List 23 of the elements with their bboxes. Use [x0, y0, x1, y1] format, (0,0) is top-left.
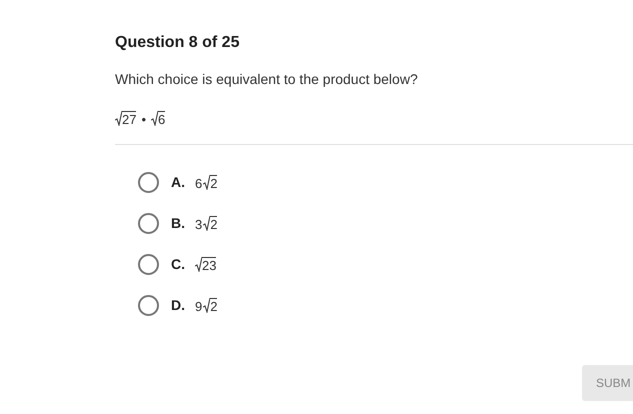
math-expression: 3 2 [195, 216, 218, 230]
math-expression: 6 [151, 111, 166, 126]
radio-button[interactable] [138, 212, 159, 234]
choice-letter: A. [171, 172, 186, 192]
question-prompt: Which choice is equivalent to the product below? [115, 70, 419, 89]
math-expression: 23 [195, 256, 216, 272]
math-expression: 9 2 [195, 298, 218, 312]
choice-letter: B. [171, 214, 186, 232]
choice-letter: C. [171, 254, 186, 274]
radio-button[interactable] [138, 294, 159, 316]
question-title: Question 8 of 25 [115, 33, 240, 53]
radio-button[interactable] [138, 254, 159, 274]
radical-sign-icon [151, 111, 158, 126]
radical-sign-icon [195, 256, 202, 272]
radical-sign-icon [203, 298, 210, 312]
math-expression: 27 [115, 111, 136, 126]
radical-sign-icon [203, 174, 210, 190]
multiplication-dot: • [141, 113, 146, 126]
radical-sign-icon [203, 216, 210, 230]
choice-letter: D. [171, 296, 186, 314]
radical-sign-icon [115, 111, 122, 126]
radio-button[interactable] [138, 172, 159, 192]
math-expression: 6 2 [195, 174, 218, 190]
